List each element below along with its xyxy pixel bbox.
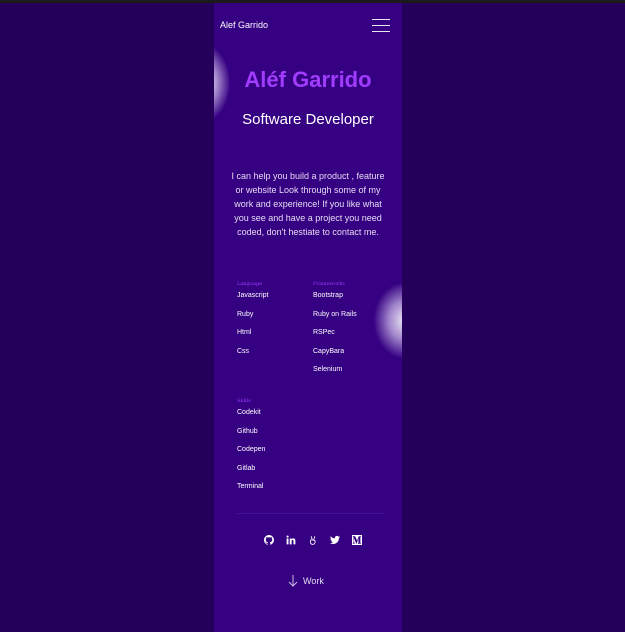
hamburger-icon[interactable] xyxy=(372,19,390,32)
hero-intro: I can help you build a product , feature… xyxy=(231,171,385,237)
hero-role: Software Developer xyxy=(242,111,374,128)
languages-column: Language Javascript Ruby Html Css xyxy=(237,281,269,365)
list-item: Javascript xyxy=(237,292,269,299)
languages-title: Language xyxy=(237,281,263,287)
mobile-page-panel: Alef Garrido Aléf Garrido Software Devel… xyxy=(214,3,402,632)
hero-name: Aléf Garrido xyxy=(244,67,372,92)
list-item: Bootstrap xyxy=(313,292,343,299)
work-link[interactable]: Work xyxy=(288,575,324,587)
frameworks-column: Frameworks Bootstrap Ruby on Rails RSPec… xyxy=(313,281,357,384)
list-item: Ruby on Rails xyxy=(313,310,357,318)
list-item: Css xyxy=(237,347,250,355)
social-links xyxy=(258,535,368,548)
list-item: Selenium xyxy=(313,366,343,373)
linkedin-icon[interactable] xyxy=(280,535,302,548)
list-item: CapyBara xyxy=(313,347,345,355)
skills-column: Skills Codekit Github Codepen Gitlab Ter… xyxy=(237,398,265,501)
work-label: Work xyxy=(303,576,324,586)
list-item: Github xyxy=(237,427,258,435)
list-item: Terminal xyxy=(237,483,264,490)
section-divider xyxy=(236,513,384,514)
angellist-icon[interactable] xyxy=(302,535,324,548)
arrow-down-icon xyxy=(288,575,298,587)
frameworks-title: Frameworks xyxy=(313,281,345,287)
medium-icon[interactable] xyxy=(346,535,368,548)
list-item: Html xyxy=(237,329,252,336)
decorative-glow xyxy=(374,283,402,358)
brand-link[interactable]: Alef Garrido xyxy=(220,20,268,30)
skills-title: Skills xyxy=(237,398,251,404)
list-item: Gitlab xyxy=(237,464,256,472)
list-item: RSPec xyxy=(313,329,335,336)
twitter-icon[interactable] xyxy=(324,535,346,548)
github-icon[interactable] xyxy=(258,535,280,548)
list-item: Codepen xyxy=(237,446,266,453)
list-item: Ruby xyxy=(237,310,254,318)
list-item: Codekit xyxy=(237,409,261,416)
